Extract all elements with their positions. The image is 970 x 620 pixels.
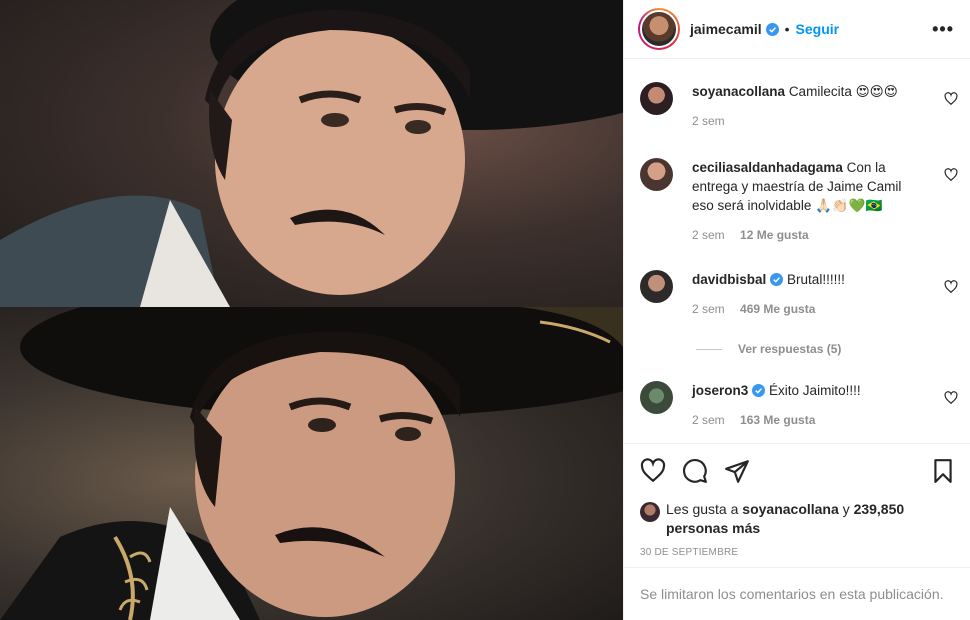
comments-list[interactable]: soyanacollana Camilecita 😍😍😍 2 sem cecil… [624, 60, 970, 442]
comment-time[interactable]: 2 sem [692, 114, 725, 128]
comment-like-heart-icon[interactable] [944, 92, 958, 106]
comment-likes[interactable]: 12 Me gusta [740, 228, 809, 242]
commenter-avatar[interactable] [640, 381, 673, 414]
save-bookmark-icon[interactable] [930, 458, 956, 484]
follow-button[interactable]: Seguir [796, 21, 840, 37]
likes-summary: Les gusta a soyanacollana y 239,850 pers… [640, 500, 954, 538]
comment-likes[interactable]: 163 Me gusta [740, 413, 815, 427]
comment-meta: 2 sem 163 Me gusta [692, 413, 926, 427]
comment-likes[interactable]: 469 Me gusta [740, 302, 815, 316]
comment-meta: 2 sem 12 Me gusta [692, 228, 926, 242]
post-header: jaimecamil • Seguir ••• [624, 0, 970, 59]
commenter-avatar[interactable] [640, 82, 673, 115]
likes-conjunction: y [842, 501, 850, 517]
verified-badge-icon [765, 22, 779, 36]
photo-top [0, 0, 623, 307]
likes-prefix: Les gusta a [666, 501, 739, 517]
comment-item: joseron3 Éxito Jaimito!!!! 2 sem 163 Me … [624, 381, 970, 427]
verified-badge-icon [752, 384, 766, 397]
comment-like-heart-icon[interactable] [944, 391, 958, 405]
comment-time[interactable]: 2 sem [692, 302, 725, 316]
comment-bubble-icon[interactable] [682, 458, 708, 484]
replies-divider [696, 348, 722, 350]
comment-like-heart-icon[interactable] [944, 168, 958, 182]
comment-item: soyanacollana Camilecita 😍😍😍 2 sem [624, 82, 970, 128]
post-image[interactable] [0, 0, 623, 620]
commenter-username[interactable]: ceciliasaldanhadagama [692, 160, 843, 175]
photo-bottom [0, 307, 623, 620]
commenter-avatar[interactable] [640, 158, 673, 191]
comment-time[interactable]: 2 sem [692, 228, 725, 242]
commenter-username[interactable]: joseron3 [692, 383, 748, 398]
comment-meta: 2 sem 469 Me gusta [692, 302, 926, 316]
view-replies-button[interactable]: Ver respuestas (5) [696, 342, 841, 356]
commenter-username[interactable]: davidbisbal [692, 272, 766, 287]
author-avatar[interactable] [638, 8, 680, 50]
comments-limited-notice: Se limitaron los comentarios en esta pub… [624, 567, 970, 620]
more-options-icon[interactable]: ••• [932, 19, 954, 40]
liker-avatar[interactable] [640, 502, 660, 522]
comment-time[interactable]: 2 sem [692, 413, 725, 427]
view-replies-label: Ver respuestas (5) [738, 342, 842, 356]
liker-username[interactable]: soyanacollana [742, 501, 839, 517]
comment-like-heart-icon[interactable] [944, 280, 958, 294]
comment-item: ceciliasaldanhadagama Con la entrega y m… [624, 158, 970, 242]
post-actions-bar [624, 443, 970, 501]
post-side-panel: jaimecamil • Seguir ••• soyanacollana Ca… [623, 0, 970, 620]
commenter-username[interactable]: soyanacollana [692, 84, 785, 99]
instagram-post-view: jaimecamil • Seguir ••• soyanacollana Ca… [0, 0, 970, 620]
comment-item: davidbisbal Brutal!!!!!! 2 sem 469 Me gu… [624, 270, 970, 316]
comment-text: Éxito Jaimito!!!! [769, 383, 861, 398]
comment-text: Camilecita 😍😍😍 [788, 84, 898, 99]
portrait-top-illustration [0, 0, 623, 307]
share-paper-plane-icon[interactable] [724, 458, 750, 484]
comment-meta: 2 sem [692, 114, 926, 128]
author-username[interactable]: jaimecamil [690, 21, 762, 37]
commenter-avatar[interactable] [640, 270, 673, 303]
like-heart-icon[interactable] [640, 458, 666, 484]
separator-dot: • [784, 21, 790, 37]
verified-badge-icon [770, 273, 784, 286]
comment-text: Brutal!!!!!! [787, 272, 845, 287]
portrait-bottom-illustration [0, 307, 623, 620]
post-date[interactable]: 30 DE SEPTIEMBRE [640, 547, 738, 558]
